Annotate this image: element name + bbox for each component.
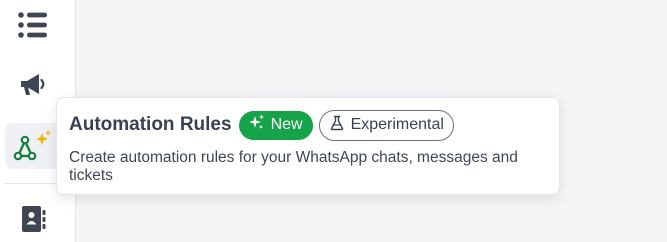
flask-icon <box>330 115 351 136</box>
new-badge-label: New <box>270 116 303 133</box>
sidebar-item-contacts[interactable] <box>5 196 61 242</box>
tooltip-header: Automation Rules New Experimental <box>69 109 547 141</box>
sparkle-icon <box>248 114 271 136</box>
tooltip-description: Create automation rules for your WhatsAp… <box>69 149 518 184</box>
sidebar-item-broadcast[interactable] <box>5 62 61 108</box>
automation-rules-tooltip: Automation Rules New Experimental Create… <box>56 97 560 195</box>
experimental-badge-label: Experimental <box>350 116 444 133</box>
experimental-badge: Experimental <box>318 109 454 141</box>
sidebar-item-automation[interactable] <box>5 123 61 169</box>
contacts-book-icon <box>19 205 47 233</box>
automation-icon <box>13 129 53 163</box>
new-badge: New <box>238 110 313 140</box>
list-icon <box>17 11 49 39</box>
sidebar-item-list[interactable] <box>5 2 61 48</box>
megaphone-icon <box>19 72 47 98</box>
tooltip-title: Automation Rules <box>69 114 232 135</box>
